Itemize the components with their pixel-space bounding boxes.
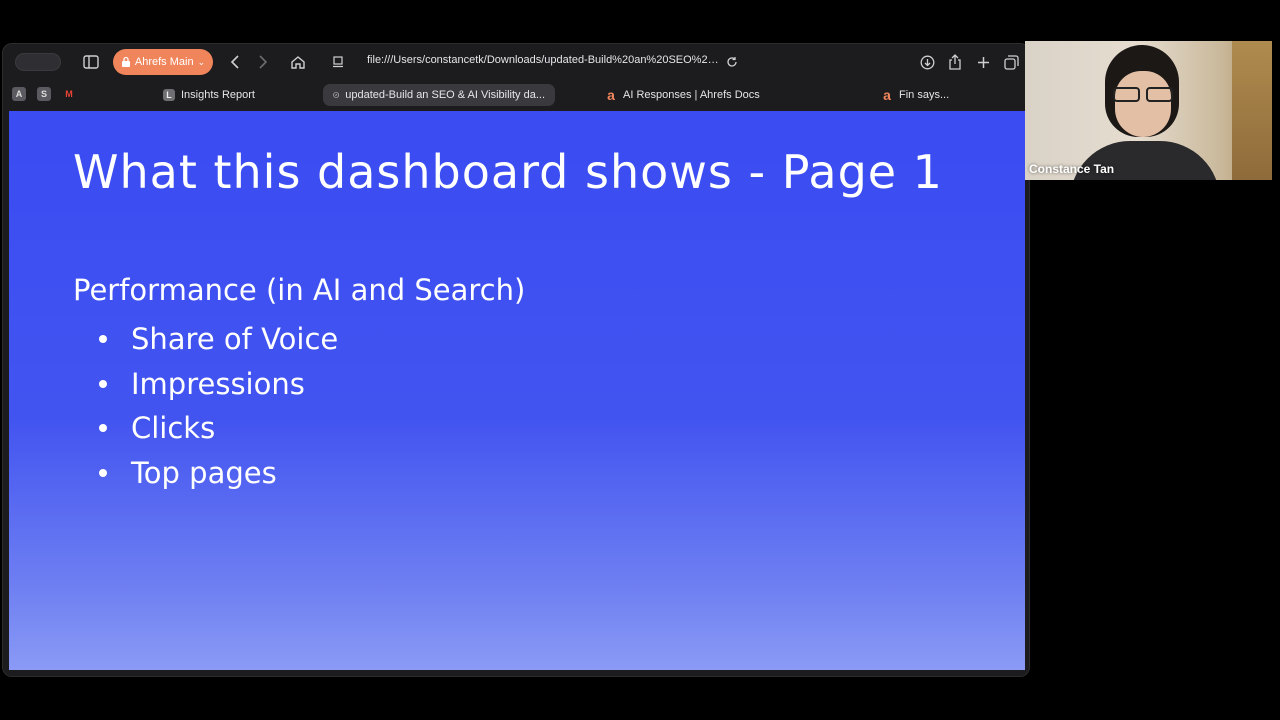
tab-overview-button[interactable] [1001, 51, 1021, 73]
download-icon [920, 55, 934, 69]
insights-favicon-icon: L [163, 89, 175, 101]
reload-icon [727, 57, 737, 67]
bookmark-a-icon[interactable]: A [12, 87, 26, 101]
share-button[interactable] [945, 51, 965, 73]
bullet-text: Impressions [131, 366, 305, 401]
tab-fin-says[interactable]: a Fin says... [871, 84, 959, 106]
home-icon [291, 55, 305, 69]
participant-name: Constance Tan [1029, 162, 1115, 176]
tab-seo-dashboard[interactable]: updated-Build an SEO & AI Visibility da.… [323, 84, 555, 106]
participant-face [1115, 71, 1171, 137]
bullet-icon [99, 468, 107, 477]
ahrefs-favicon-icon: a [883, 87, 891, 103]
chevron-down-icon: ⌄ [197, 56, 206, 67]
tab-bar: A S M L Insights Report updated-Build an… [3, 82, 1029, 108]
downloads-button[interactable] [917, 51, 937, 73]
profile-button[interactable]: Ahrefs Main ⌄ [113, 49, 213, 75]
tab-label: AI Responses | Ahrefs Docs [623, 89, 760, 101]
tab-ai-responses[interactable]: a AI Responses | Ahrefs Docs [595, 84, 770, 106]
screen: Ahrefs Main ⌄ file:///Users/constancetk/… [0, 0, 1280, 720]
page-info-button[interactable] [329, 51, 347, 73]
new-tab-button[interactable] [973, 51, 993, 73]
browser-toolbar: Ahrefs Main ⌄ file:///Users/constancetk/… [3, 44, 1029, 80]
bullet-text: Share of Voice [131, 322, 339, 357]
list-item: Top pages [97, 451, 338, 496]
bookmark-s-icon[interactable]: S [37, 87, 51, 101]
section-heading: Performance (in AI and Search) [73, 273, 526, 307]
share-icon [949, 54, 961, 70]
bullet-text: Clicks [131, 411, 216, 446]
tab-label: Insights Report [181, 89, 255, 101]
background-shelf [1232, 41, 1272, 180]
tab-label: Fin says... [899, 89, 950, 101]
sidebar-icon [83, 55, 99, 69]
bullet-icon [99, 424, 107, 433]
home-button[interactable] [287, 51, 309, 73]
bullet-icon [99, 335, 107, 344]
chevron-right-icon [259, 55, 268, 69]
window-icon [15, 53, 61, 71]
browser-window: Ahrefs Main ⌄ file:///Users/constancetk/… [2, 43, 1030, 677]
forward-button[interactable] [253, 51, 273, 73]
lock-icon [121, 56, 130, 67]
ahrefs-favicon-icon: a [607, 87, 615, 103]
sidebar-toggle-button[interactable] [81, 51, 101, 73]
bullet-icon [99, 379, 107, 388]
gmail-icon[interactable]: M [62, 87, 76, 101]
page-settings-icon [333, 56, 343, 68]
glasses-icon [1111, 87, 1175, 103]
reload-button[interactable] [723, 51, 741, 73]
tab-insights-report[interactable]: L Insights Report [153, 84, 265, 106]
plus-icon [977, 56, 989, 68]
address-bar[interactable]: file:///Users/constancetk/Downloads/upda… [367, 54, 719, 70]
slide-title: What this dashboard shows - Page 1 [73, 145, 943, 199]
slide-content: What this dashboard shows - Page 1 Perfo… [9, 111, 1025, 670]
chevron-left-icon [230, 55, 239, 69]
bullet-text: Top pages [131, 455, 277, 490]
compass-icon [333, 92, 340, 98]
list-item: Impressions [97, 362, 338, 407]
tabs-overview-icon [1003, 54, 1019, 70]
profile-label: Ahrefs Main [134, 56, 194, 68]
window-switcher-button[interactable] [15, 51, 61, 73]
webcam-feed: Constance Tan [1025, 41, 1272, 180]
list-item: Clicks [97, 406, 338, 451]
tab-label: updated-Build an SEO & AI Visibility da.… [345, 89, 545, 101]
back-button[interactable] [225, 51, 245, 73]
list-item: Share of Voice [97, 317, 338, 362]
bullet-list: Share of Voice Impressions Clicks Top pa… [97, 317, 338, 495]
